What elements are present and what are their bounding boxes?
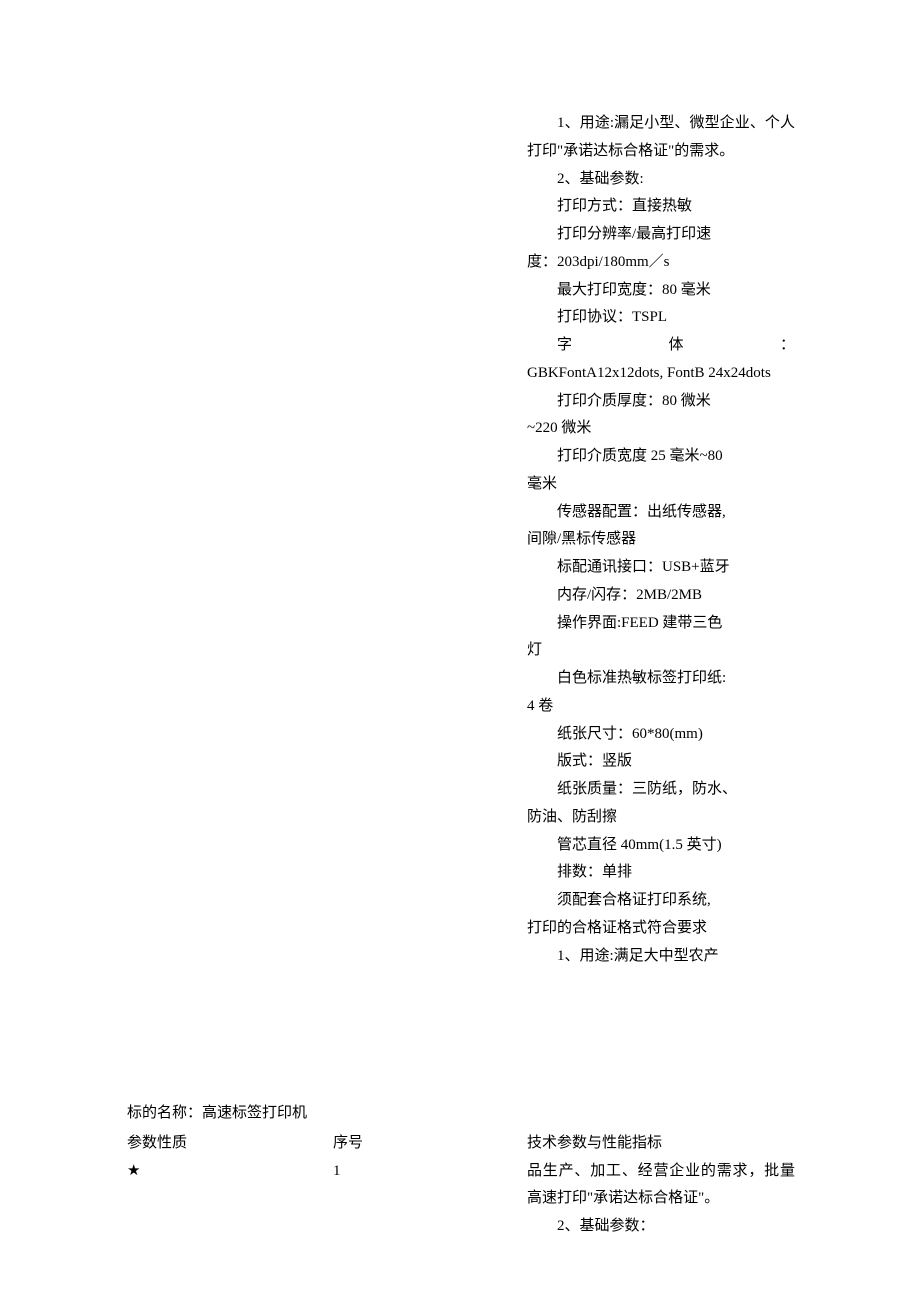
- char: 体: [639, 332, 684, 360]
- spec-line: 字 体 ：: [527, 332, 795, 360]
- char: ：: [750, 332, 795, 360]
- bottom-section: 标的名称：高速标签打印机 参数性质 ★ 序号 1 技术参数与性能指标 品生产、加…: [127, 1100, 795, 1241]
- param-nature-value: ★: [127, 1158, 333, 1186]
- spec-line: 毫米: [527, 471, 795, 499]
- spec-line: 打印介质宽度 25 毫米~80: [527, 443, 795, 471]
- ordinal-col: 序号 1: [333, 1130, 527, 1241]
- spec-line: 打印协议：TSPL: [527, 304, 795, 332]
- spec-line: 防油、防刮擦: [527, 804, 795, 832]
- spec-line: 2、基础参数:: [527, 166, 795, 194]
- spec-line: 版式：竖版: [527, 748, 795, 776]
- spec-line: 纸张质量：三防纸，防水、: [527, 776, 795, 804]
- spec-line: 间隙/黑标传感器: [527, 526, 795, 554]
- spec-line: 内存/闪存：2MB/2MB: [527, 582, 795, 610]
- ordinal-label: 序号: [333, 1130, 527, 1158]
- spec-line: 最大打印宽度：80 毫米: [527, 277, 795, 305]
- tech-spec-line: 2、基础参数：: [527, 1213, 795, 1241]
- param-nature-label: 参数性质: [127, 1130, 333, 1158]
- spec-line: 灯: [527, 637, 795, 665]
- tech-spec-col: 技术参数与性能指标 品生产、加工、经营企业的需求，批量高速打印"承诺达标合格证"…: [527, 1130, 795, 1241]
- title-label: 标的名称：: [127, 1105, 202, 1121]
- ordinal-value: 1: [333, 1158, 527, 1186]
- spec-line: 1、用途:漏足小型、微型企业、个人打印"承诺达标合格证"的需求。: [527, 110, 795, 166]
- spec-line: 纸张尺寸：60*80(mm): [527, 721, 795, 749]
- char: 字: [527, 332, 572, 360]
- spec-line: 打印分辨率/最高打印速: [527, 221, 795, 249]
- spec-line: 须配套合格证打印系统,: [527, 887, 795, 915]
- spec-line: 1、用途:满足大中型农产: [527, 943, 795, 971]
- spec-line: 操作界面:FEED 建带三色: [527, 610, 795, 638]
- tech-spec-line: 品生产、加工、经营企业的需求，批量高速打印"承诺达标合格证"。: [527, 1158, 795, 1214]
- tech-spec-label: 技术参数与性能指标: [527, 1130, 795, 1158]
- spec-line: GBKFontA12x12dots, FontB 24x24dots: [527, 360, 795, 388]
- spec-line: 度：203dpi/180mm／s: [527, 249, 795, 277]
- spec-line: 打印介质厚度：80 微米: [527, 388, 795, 416]
- spec-line: 打印的合格证格式符合要求: [527, 915, 795, 943]
- spec-line: 传感器配置：出纸传感器,: [527, 499, 795, 527]
- spec-line: ~220 微米: [527, 415, 795, 443]
- spec-line: 标配通讯接口：USB+蓝牙: [527, 554, 795, 582]
- spec-line: 管芯直径 40mm(1.5 英寸): [527, 832, 795, 860]
- spec-block: 1、用途:漏足小型、微型企业、个人打印"承诺达标合格证"的需求。 2、基础参数:…: [527, 110, 795, 970]
- spec-line: 4 卷: [527, 693, 795, 721]
- param-nature-col: 参数性质 ★: [127, 1130, 333, 1241]
- spec-line: 白色标准热敏标签打印纸:: [527, 665, 795, 693]
- title-row: 标的名称：高速标签打印机: [127, 1100, 795, 1128]
- spec-line: 排数：单排: [527, 859, 795, 887]
- spec-line: 打印方式：直接热敏: [527, 193, 795, 221]
- title-value: 高速标签打印机: [202, 1105, 307, 1121]
